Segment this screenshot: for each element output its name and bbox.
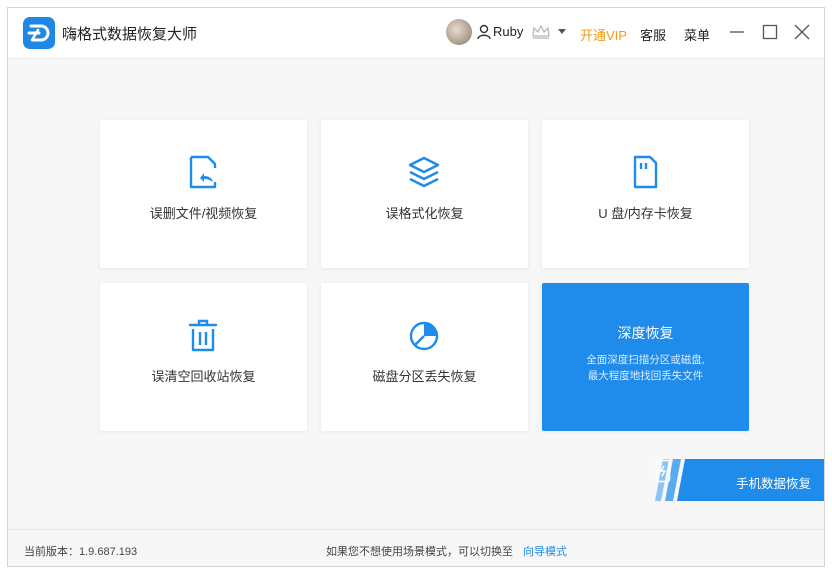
phone-icon: [655, 459, 671, 483]
app-logo-icon: [23, 17, 55, 49]
menu-link[interactable]: 菜单: [684, 25, 710, 44]
close-button[interactable]: [790, 20, 814, 44]
mode-hint-text: 如果您不想使用场景模式，可以切换至: [326, 546, 513, 558]
version-text: 当前版本：1.9.687.193: [24, 546, 138, 558]
card-partition-recovery[interactable]: 磁盘分区丢失恢复: [321, 283, 528, 431]
card-label: 误格式化恢复: [385, 206, 464, 221]
deep-recovery-title: 深度恢复: [617, 325, 674, 341]
vip-link[interactable]: 开通VIP: [580, 25, 627, 44]
card-deleted-files[interactable]: 误删文件/视频恢复: [100, 120, 307, 268]
guide-mode-link[interactable]: 向导模式: [523, 543, 567, 559]
app-window: 嗨格式数据恢复大师 Ruby 开通VIP 客服 菜单 误删文件/视频恢复 误格式…: [7, 7, 825, 567]
crown-icon: [532, 24, 550, 39]
status-bar: 当前版本：1.9.687.193 如果您不想使用场景模式，可以切换至 向导模式: [8, 529, 824, 566]
mobile-recovery-label: 手机数据恢复: [736, 477, 812, 491]
card-usb-sd-recovery[interactable]: U 盘/内存卡恢复: [542, 120, 749, 268]
card-deep-recovery[interactable]: 深度恢复 全面深度扫描分区或磁盘, 最大程度地找回丢失文件: [542, 283, 749, 431]
minimize-button[interactable]: [725, 20, 749, 44]
layers-icon: [408, 156, 440, 188]
pie-partition-icon: [409, 321, 439, 351]
maximize-button[interactable]: [758, 20, 782, 44]
sd-card-icon: [633, 155, 658, 189]
deep-recovery-description: 全面深度扫描分区或磁盘, 最大程度地找回丢失文件: [542, 352, 749, 384]
chevron-down-icon[interactable]: [558, 29, 566, 34]
card-label: U 盘/内存卡恢复: [598, 206, 693, 221]
mobile-recovery-button[interactable]: 手机数据恢复: [655, 459, 824, 501]
deep-recovery-line-2: 最大程度地找回丢失文件: [587, 370, 704, 382]
card-label: 磁盘分区丢失恢复: [372, 369, 477, 384]
user-icon: [477, 24, 491, 40]
card-label: 误删文件/视频恢复: [149, 206, 258, 221]
service-link[interactable]: 客服: [640, 25, 666, 44]
card-format-recovery[interactable]: 误格式化恢复: [321, 120, 528, 268]
card-recycle-bin[interactable]: 误清空回收站恢复: [100, 283, 307, 431]
file-restore-icon: [189, 155, 217, 189]
title-bar: 嗨格式数据恢复大师 Ruby 开通VIP 客服 菜单: [8, 8, 824, 59]
card-label: 误清空回收站恢复: [151, 369, 256, 384]
avatar[interactable]: [446, 19, 472, 45]
app-title: 嗨格式数据恢复大师: [62, 26, 198, 43]
user-name[interactable]: Ruby: [493, 24, 523, 39]
trash-icon: [188, 319, 218, 352]
deep-recovery-line-1: 全面深度扫描分区或磁盘,: [586, 354, 705, 366]
